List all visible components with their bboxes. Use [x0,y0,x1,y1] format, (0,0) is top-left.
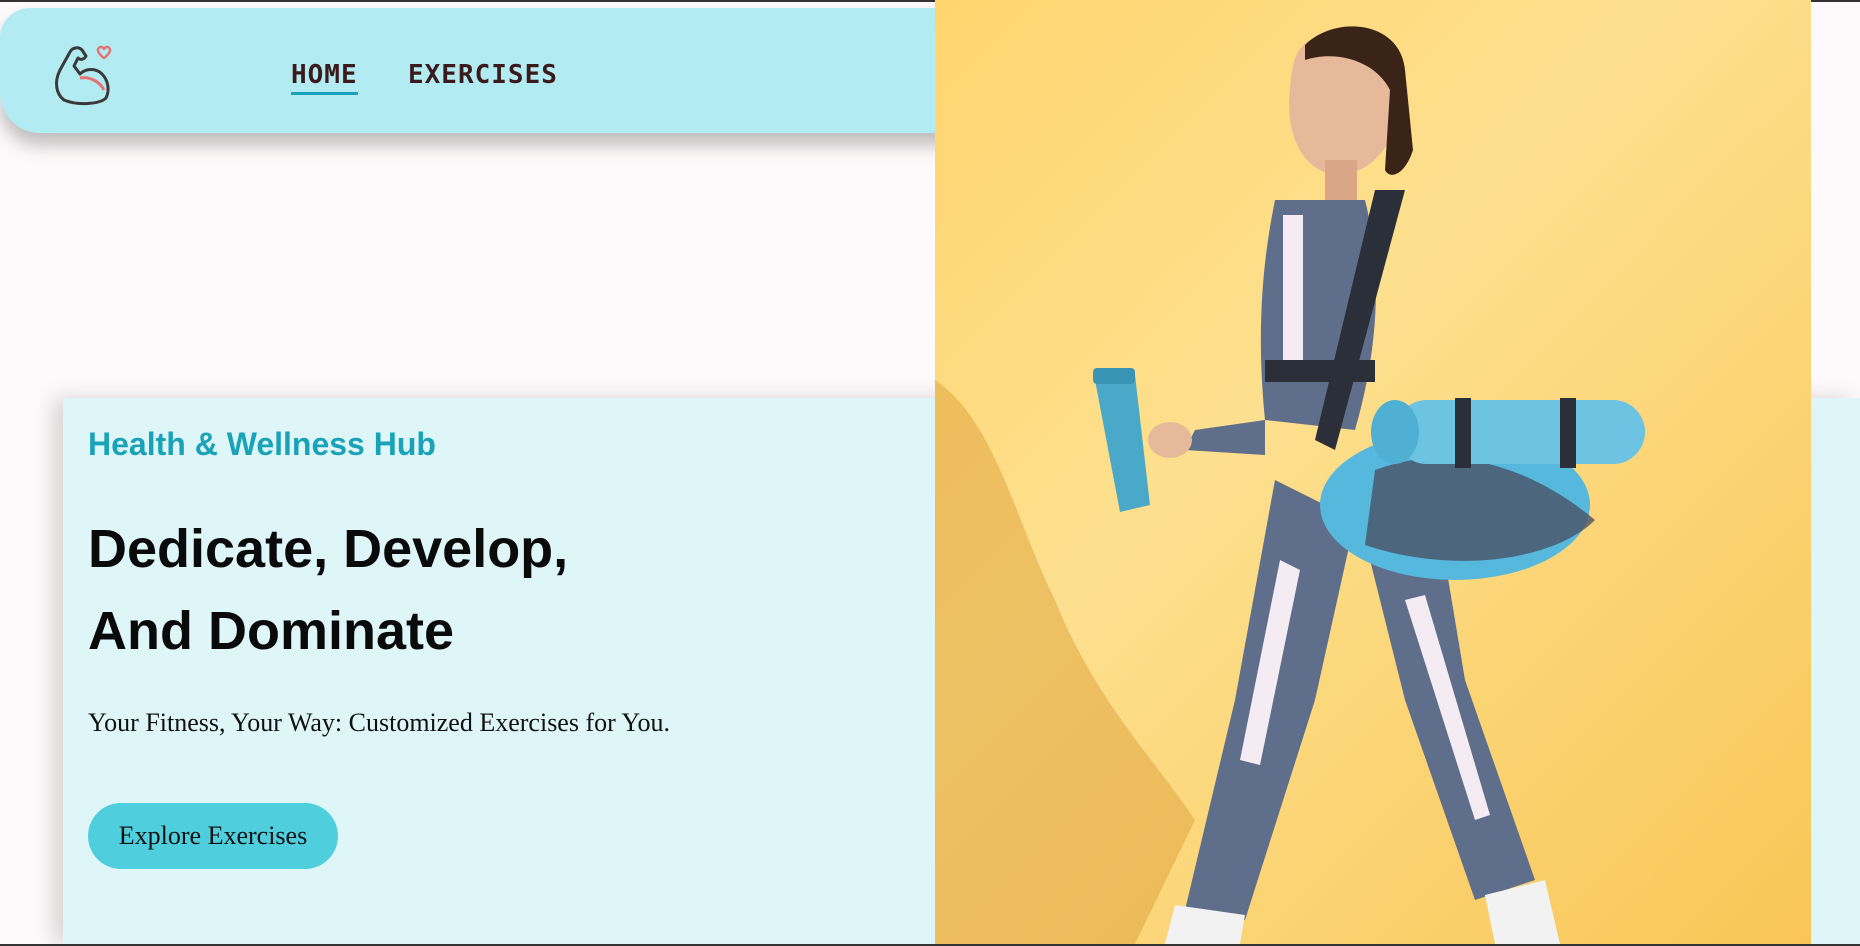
hero-image [935,0,1811,944]
hero-eyebrow: Health & Wellness Hub [88,426,436,462]
navbar: HOME EXERCISES [0,8,990,133]
headline-line-2: And Dominate [88,601,455,661]
flexed-arm-heart-icon[interactable] [50,38,116,108]
explore-exercises-button[interactable]: Explore Exercises [88,803,338,869]
hero-subtitle: Your Fitness, Your Way: Customized Exerc… [88,708,670,737]
headline-line-1: Dedicate, Develop, [88,519,569,579]
hero-headline: Dedicate, Develop, And Dominate [88,508,568,672]
nav-exercises-link[interactable]: EXERCISES [408,60,558,90]
nav-home-link[interactable]: HOME [291,60,358,95]
